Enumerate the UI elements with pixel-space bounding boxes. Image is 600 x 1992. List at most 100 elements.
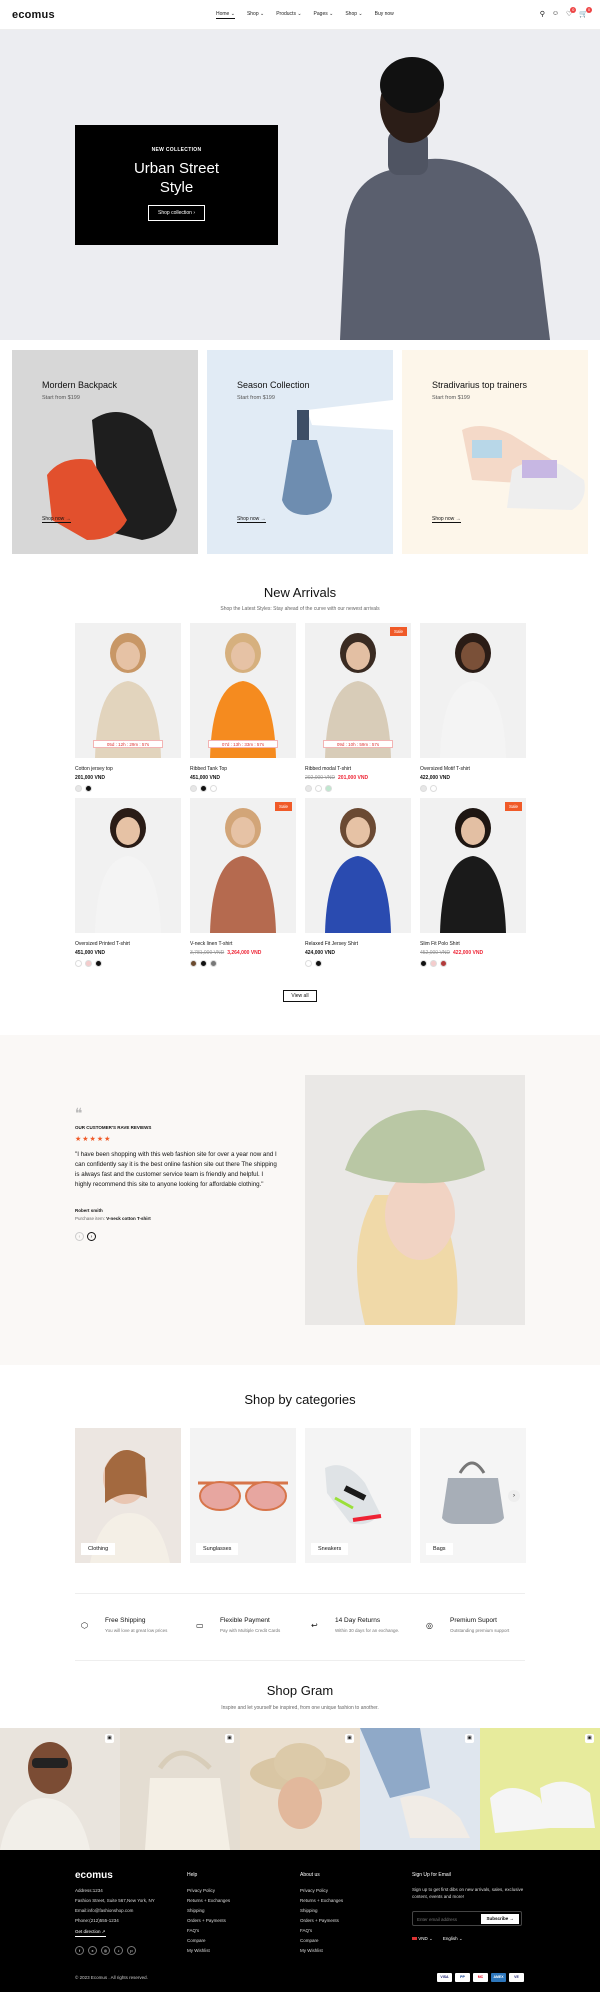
product-image[interactable] [75, 798, 181, 933]
email-input[interactable] [417, 1915, 477, 1923]
footer-link[interactable]: Shipping [300, 1906, 343, 1916]
product-image[interactable]: Sale [420, 798, 526, 933]
shop-collection-button[interactable]: Shop collection › [148, 205, 205, 221]
color-swatch[interactable] [85, 960, 92, 967]
promo-card-trainers[interactable]: Stradivarius top trainers Start from $19… [402, 350, 588, 554]
color-swatch[interactable] [85, 785, 92, 792]
gram-image-4[interactable]: ▣ [360, 1728, 480, 1850]
footer-link[interactable]: FAQ's [187, 1926, 230, 1936]
category-card-sunglasses[interactable]: Sunglasses [190, 1428, 296, 1563]
footer-link[interactable]: Privacy Policy [300, 1886, 343, 1896]
product-card[interactable]: 05d : 12h : 29m : 57s Cotton jersey top 20… [75, 623, 181, 792]
product-image[interactable]: 05d : 12h : 29m : 57s [75, 623, 181, 758]
product-card[interactable]: Sale V-neck linen T-shirt 3,781,000 VND 3,2… [190, 798, 296, 967]
currency-select[interactable]: VND ⌄ [412, 1936, 433, 1942]
product-image[interactable]: Sale 09d : 10h : 59m : 57s [305, 623, 411, 758]
footer-link[interactable]: Returns + Exchanges [300, 1896, 343, 1906]
product-card[interactable]: Oversized Printed T-shirt 451,000 VND [75, 798, 181, 967]
footer-link[interactable]: Shipping [187, 1906, 230, 1916]
color-swatch[interactable] [190, 960, 197, 967]
product-name[interactable]: Ribbed Tank Top [190, 766, 296, 772]
color-swatch[interactable] [325, 785, 332, 792]
footer-logo[interactable]: ecomus [75, 1870, 113, 1881]
footer-link[interactable]: Returns + Exchanges [187, 1896, 230, 1906]
color-swatch[interactable] [75, 960, 82, 967]
product-card[interactable]: Oversized Motif T-shirt 422,000 VND [420, 623, 526, 792]
product-image[interactable]: Sale [190, 798, 296, 933]
product-name[interactable]: Cotton jersey top [75, 766, 181, 772]
footer-link[interactable]: Privacy Policy [187, 1886, 230, 1896]
next-arrow-icon[interactable]: › [87, 1232, 96, 1241]
promo-card-backpack[interactable]: Mordern Backpack Start from $199 Shop no… [12, 350, 198, 554]
nav-pages[interactable]: Pages ⌄ [314, 11, 334, 19]
color-swatch[interactable] [430, 960, 437, 967]
category-card-sneakers[interactable]: Sneakers [305, 1428, 411, 1563]
instagram-icon[interactable]: ◎ [101, 1946, 110, 1955]
bag-icon[interactable]: ▣ [225, 1734, 234, 1743]
footer-link[interactable]: Compare [300, 1936, 343, 1946]
product-image[interactable] [305, 798, 411, 933]
color-swatch[interactable] [200, 785, 207, 792]
facebook-icon[interactable]: f [75, 1946, 84, 1955]
color-swatch[interactable] [430, 785, 437, 792]
search-icon[interactable]: ⚲ [540, 10, 545, 18]
gram-image-3[interactable]: ▣ [240, 1728, 360, 1850]
color-swatch[interactable] [190, 785, 197, 792]
color-swatch[interactable] [305, 960, 312, 967]
footer-link[interactable]: FAQ's [300, 1926, 343, 1936]
bag-icon[interactable]: ▣ [585, 1734, 594, 1743]
user-icon[interactable]: ☺ [552, 10, 559, 18]
category-card-clothing[interactable]: Clothing [75, 1428, 181, 1563]
footer-link[interactable]: My Wishlist [300, 1946, 343, 1956]
product-card[interactable]: Relaxed Fit Jersey Shirt 424,000 VND [305, 798, 411, 967]
view-all-button[interactable]: View all [283, 990, 317, 1002]
product-name[interactable]: Oversized Motif T-shirt [420, 766, 526, 772]
color-swatch[interactable] [95, 960, 102, 967]
wishlist-icon[interactable]: ♡ 0 [566, 7, 577, 18]
product-name[interactable]: Oversized Printed T-shirt [75, 941, 181, 947]
color-swatch[interactable] [420, 785, 427, 792]
promo-card-season[interactable]: Season Collection Start from $199 Shop n… [207, 350, 393, 554]
product-name[interactable]: V-neck linen T-shirt [190, 941, 296, 947]
footer-link[interactable]: Orders + Payments [187, 1916, 230, 1926]
prev-arrow-icon[interactable]: ‹ [75, 1232, 84, 1241]
promo-shop-now-link[interactable]: Shop now → [42, 516, 71, 523]
gram-image-5[interactable]: ▣ [480, 1728, 600, 1850]
product-image[interactable] [420, 623, 526, 758]
color-swatch[interactable] [315, 785, 322, 792]
footer-link[interactable]: Orders + Payments [300, 1916, 343, 1926]
language-select[interactable]: English ⌄ [443, 1936, 463, 1942]
color-swatch[interactable] [200, 960, 207, 967]
color-swatch[interactable] [305, 785, 312, 792]
color-swatch[interactable] [440, 960, 447, 967]
product-card[interactable]: Sale Slim Fit Polo Shirt 452,000 VND 422,00… [420, 798, 526, 967]
logo[interactable]: ecomus [12, 9, 55, 21]
color-swatch[interactable] [210, 785, 217, 792]
x-icon[interactable]: x [88, 1946, 97, 1955]
subscribe-button[interactable]: Subscribe → [481, 1914, 519, 1924]
color-swatch[interactable] [75, 785, 82, 792]
get-direction-link[interactable]: Get direction ↗ [75, 1928, 106, 1937]
tiktok-icon[interactable]: ♪ [114, 1946, 123, 1955]
cart-icon[interactable]: 🛒 0 [579, 7, 592, 18]
product-image[interactable]: 07d : 13h : 33m : 57s [190, 623, 296, 758]
nav-shop[interactable]: Shop ⌄ [247, 11, 264, 19]
gram-image-2[interactable]: ▣ [120, 1728, 240, 1850]
nav-products[interactable]: Products ⌄ [276, 11, 301, 19]
pinterest-icon[interactable]: p [127, 1946, 136, 1955]
footer-link[interactable]: My Wishlist [187, 1946, 230, 1956]
product-card[interactable]: 07d : 13h : 33m : 57s Ribbed Tank Top 451,… [190, 623, 296, 792]
color-swatch[interactable] [315, 960, 322, 967]
product-name[interactable]: Slim Fit Polo Shirt [420, 941, 526, 947]
next-arrow-icon[interactable]: › [508, 1490, 520, 1502]
footer-link[interactable]: Compare [187, 1936, 230, 1946]
bag-icon[interactable]: ▣ [345, 1734, 354, 1743]
nav-shop-2[interactable]: Shop ⌄ [345, 11, 362, 19]
gram-image-1[interactable]: ▣ [0, 1728, 120, 1850]
color-swatch[interactable] [420, 960, 427, 967]
bag-icon[interactable]: ▣ [465, 1734, 474, 1743]
nav-home[interactable]: Home ⌄ [216, 11, 235, 19]
promo-shop-now-link[interactable]: Shop now → [432, 516, 461, 523]
product-name[interactable]: Ribbed modal T-shirt [305, 766, 411, 772]
product-name[interactable]: Relaxed Fit Jersey Shirt [305, 941, 411, 947]
